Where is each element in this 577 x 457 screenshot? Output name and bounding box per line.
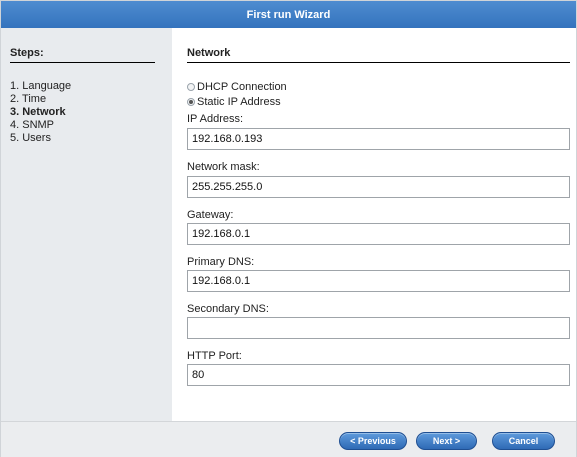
- ip-address-label: IP Address:: [187, 113, 244, 125]
- next-button[interactable]: Next >: [416, 432, 477, 450]
- gateway-input[interactable]: [187, 223, 570, 245]
- steps-divider: [10, 62, 155, 63]
- network-mask-label: Network mask:: [187, 161, 260, 173]
- dhcp-radio[interactable]: [187, 83, 195, 91]
- dhcp-label[interactable]: DHCP Connection: [197, 81, 287, 93]
- dhcp-radio-row[interactable]: DHCP Connection: [187, 80, 287, 94]
- static-ip-radio-row[interactable]: Static IP Address: [187, 95, 281, 109]
- window-title: First run Wizard: [1, 1, 576, 28]
- section-divider: [187, 62, 570, 63]
- step-language: 1. Language: [10, 80, 72, 92]
- network-panel: Network DHCP Connection Static IP Addres…: [172, 28, 576, 421]
- secondary-dns-label: Secondary DNS:: [187, 303, 269, 315]
- ip-address-input[interactable]: [187, 128, 570, 150]
- static-ip-label[interactable]: Static IP Address: [197, 96, 281, 108]
- gateway-label: Gateway:: [187, 209, 234, 221]
- steps-sidebar: Steps: 1. Language 2. Time 3. Network 4.…: [1, 28, 172, 421]
- http-port-input[interactable]: [187, 364, 570, 386]
- http-port-label: HTTP Port:: [187, 350, 242, 362]
- previous-button[interactable]: < Previous: [339, 432, 407, 450]
- step-snmp: 4. SNMP: [10, 119, 55, 131]
- section-title: Network: [187, 47, 231, 59]
- wizard-footer: < Previous Next > Cancel: [1, 421, 576, 457]
- primary-dns-input[interactable]: [187, 270, 570, 292]
- primary-dns-label: Primary DNS:: [187, 256, 255, 268]
- secondary-dns-input[interactable]: [187, 317, 570, 339]
- network-mask-input[interactable]: [187, 176, 570, 198]
- steps-list: 1. Language 2. Time 3. Network 4. SNMP 5…: [10, 80, 71, 145]
- step-time: 2. Time: [10, 93, 47, 105]
- static-ip-radio[interactable]: [187, 98, 195, 106]
- cancel-button[interactable]: Cancel: [492, 432, 555, 450]
- step-network: 3. Network: [10, 106, 66, 118]
- step-users: 5. Users: [10, 132, 51, 144]
- wizard-window: First run Wizard Steps: 1. Language 2. T…: [0, 0, 577, 457]
- steps-title: Steps:: [10, 47, 44, 59]
